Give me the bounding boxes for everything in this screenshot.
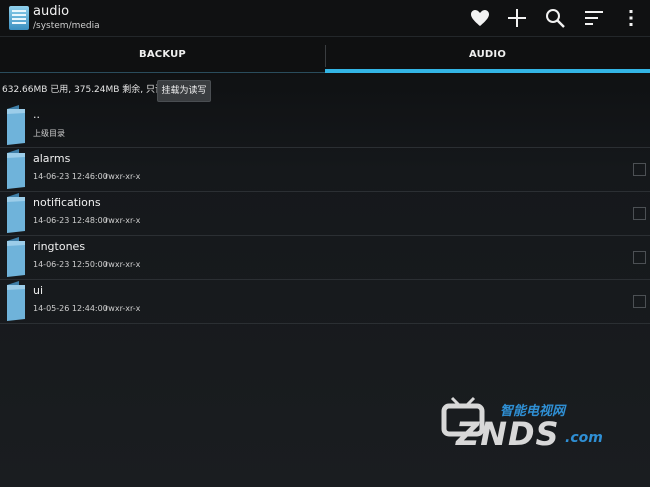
list-item-ringtones[interactable]: ringtones 14-06-23 12:50:00 rwxr-xr-x (0, 235, 650, 280)
folder-icon (7, 193, 25, 233)
search-icon[interactable] (543, 6, 567, 30)
heart-icon[interactable] (468, 6, 492, 30)
item-permissions: rwxr-xr-x (105, 260, 141, 269)
item-date: 14-06-23 12:50:00 (33, 260, 108, 269)
current-path: /system/media (33, 21, 100, 31)
item-checkbox[interactable] (633, 295, 646, 308)
znds-watermark: 智能电视网 ZNDS .com (438, 385, 608, 455)
storage-info: 632.66MB 已用, 375.24MB 剩余, 只读 (2, 85, 165, 95)
overflow-menu-icon[interactable] (619, 6, 643, 30)
list-item-ui[interactable]: ui 14-05-26 12:44:00 rwxr-xr-x (0, 279, 650, 324)
folder-icon (7, 237, 25, 277)
list-item-notifications[interactable]: notifications 14-06-23 12:48:00 rwxr-xr-… (0, 191, 650, 236)
app-icon[interactable] (9, 6, 29, 30)
item-meta: 上级目录 (33, 129, 65, 138)
add-icon[interactable] (505, 6, 529, 30)
item-date: 14-06-23 12:48:00 (33, 216, 108, 225)
tab-backup[interactable]: BACKUP (0, 37, 325, 72)
item-date: 14-05-26 12:44:00 (33, 304, 108, 313)
item-permissions: rwxr-xr-x (105, 216, 141, 225)
list-item-alarms[interactable]: alarms 14-06-23 12:46:00 rwxr-xr-x (0, 147, 650, 192)
item-name: alarms (33, 152, 71, 165)
tab-selected-indicator (325, 69, 650, 73)
folder-icon (7, 281, 25, 321)
sort-icon[interactable] (582, 6, 606, 30)
item-date: 14-06-23 12:46:00 (33, 172, 108, 181)
item-name: ui (33, 284, 44, 297)
item-permissions: rwxr-xr-x (105, 304, 141, 313)
tab-bar: BACKUP AUDIO (0, 37, 650, 72)
window-title: audio (33, 4, 70, 19)
item-name: notifications (33, 196, 101, 209)
item-checkbox[interactable] (633, 207, 646, 220)
item-permissions: rwxr-xr-x (105, 172, 141, 181)
item-name: ringtones (33, 240, 86, 253)
tab-audio[interactable]: AUDIO (325, 37, 650, 72)
watermark-domain: .com (565, 430, 603, 446)
mount-rw-button[interactable]: 挂载为读写 (157, 80, 211, 102)
folder-icon (7, 149, 25, 189)
list-item-parent-dir[interactable]: .. 上级目录 (0, 103, 650, 148)
item-name: .. (33, 108, 40, 121)
item-checkbox[interactable] (633, 251, 646, 264)
watermark-brand: ZNDS (456, 415, 560, 453)
folder-icon (7, 105, 25, 145)
item-checkbox[interactable] (633, 163, 646, 176)
action-bar: audio /system/media (0, 0, 650, 37)
